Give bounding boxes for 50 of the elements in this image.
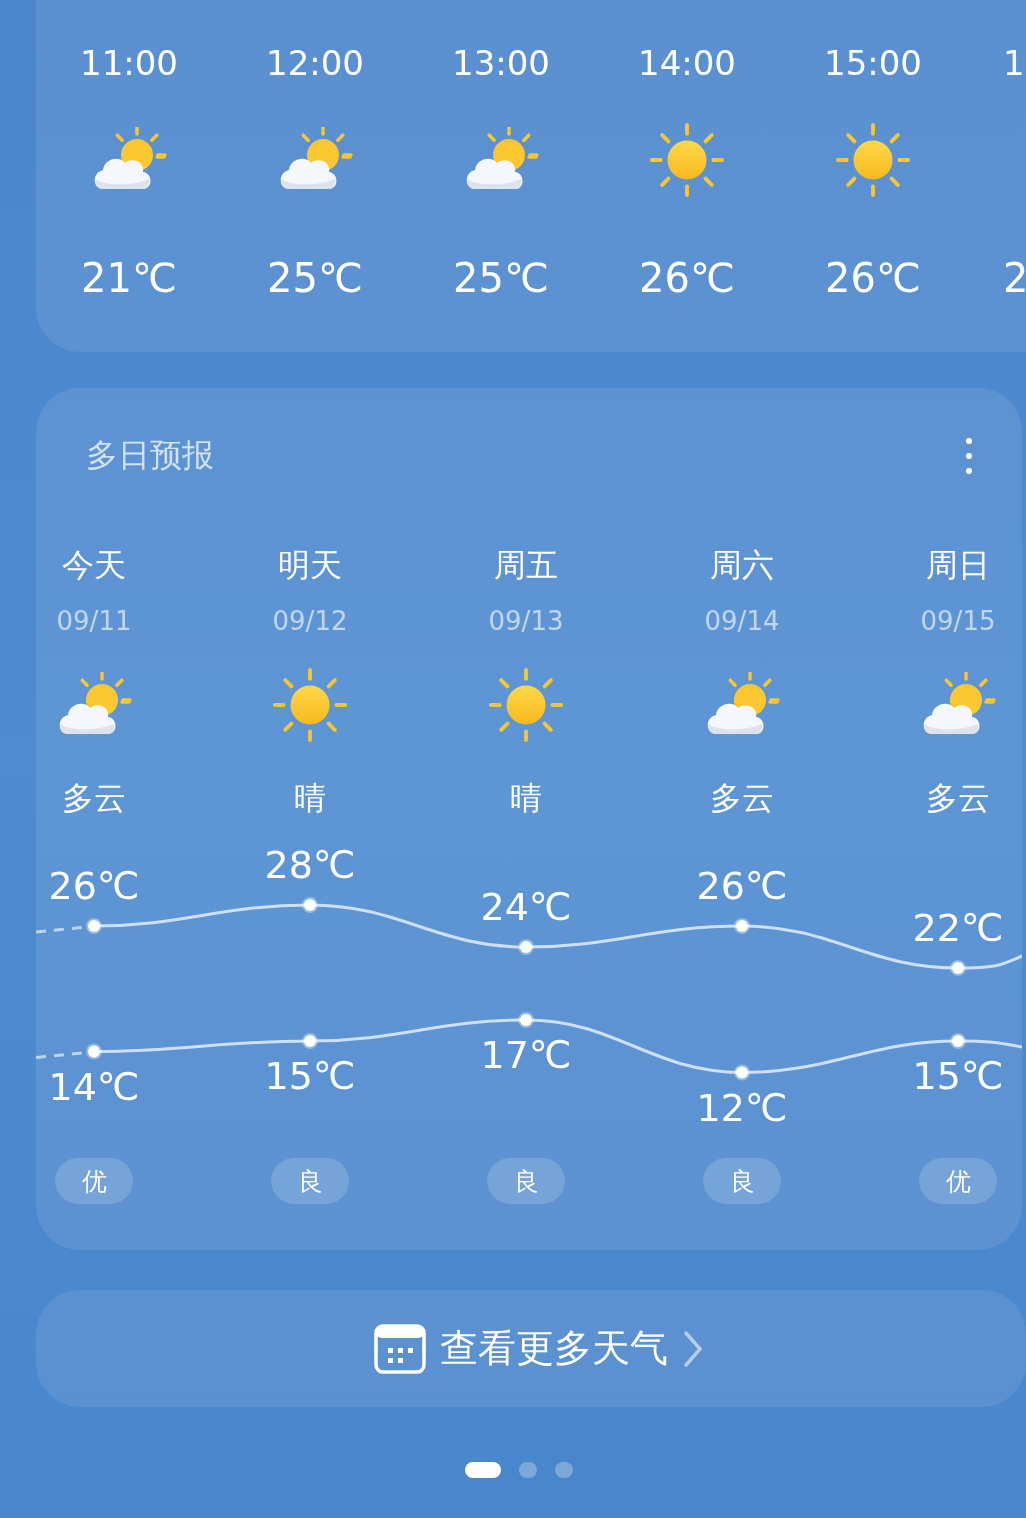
low-temperature: 17℃ <box>480 1033 572 1077</box>
low-temperature: 12℃ <box>696 1085 788 1130</box>
hour-temperature: 25℃ <box>453 254 549 302</box>
high-temperature: 22℃ <box>912 906 1004 950</box>
air-quality-badge: 良 <box>703 1158 781 1204</box>
hour-time: 14:00 <box>638 42 736 85</box>
sun-icon <box>487 666 565 744</box>
weather-condition: 多云 <box>710 778 774 818</box>
hour-time: 15:00 <box>824 42 922 85</box>
hour-time: 1 <box>1003 42 1025 85</box>
card-title: 多日预报 <box>86 435 214 476</box>
day-date: 09/12 <box>272 605 348 638</box>
weather-condition: 晴 <box>294 778 326 818</box>
day-date: 09/13 <box>488 605 564 638</box>
hour-temperature: 21℃ <box>81 254 177 302</box>
high-temperature: 26℃ <box>696 864 788 908</box>
high-temperature: 26℃ <box>48 864 140 908</box>
hour-time: 12:00 <box>266 42 364 85</box>
day-date: 09/15 <box>920 605 996 638</box>
day-date: 09/14 <box>704 605 780 638</box>
low-temperature: 14℃ <box>48 1064 140 1109</box>
air-quality-badge: 优 <box>55 1158 133 1204</box>
high-temperature: 24℃ <box>480 885 572 929</box>
weather-condition: 多云 <box>926 778 990 818</box>
weather-condition: 多云 <box>62 778 126 818</box>
sun-icon <box>834 121 912 199</box>
hour-time: 11:00 <box>80 42 178 85</box>
hour-time: 13:00 <box>452 42 550 85</box>
air-quality-badge: 优 <box>919 1158 997 1204</box>
chevron-right-icon <box>682 1328 704 1369</box>
sun-icon <box>648 121 726 199</box>
hour-temperature: 26℃ <box>639 254 735 302</box>
low-temperature: 15℃ <box>912 1054 1004 1098</box>
day-name: 周六 <box>710 545 774 585</box>
day-name: 周五 <box>494 545 558 585</box>
hour-temperature: 26℃ <box>825 254 921 302</box>
day-name: 今天 <box>62 545 126 585</box>
day-name: 明天 <box>278 545 342 585</box>
high-temperature: 28℃ <box>264 843 356 887</box>
weather-condition: 晴 <box>510 778 542 818</box>
air-quality-badge: 良 <box>487 1158 565 1204</box>
low-temperature: 15℃ <box>264 1054 356 1098</box>
hour-temperature: 2 <box>1003 254 1026 302</box>
calendar-icon <box>374 1323 426 1374</box>
more-weather-button[interactable]: 查看更多天气 <box>374 1323 704 1374</box>
air-quality-badge: 良 <box>271 1158 349 1204</box>
day-name: 周日 <box>926 545 990 585</box>
day-date: 09/11 <box>56 605 132 638</box>
sun-icon <box>271 666 349 744</box>
hour-temperature: 25℃ <box>267 254 363 302</box>
